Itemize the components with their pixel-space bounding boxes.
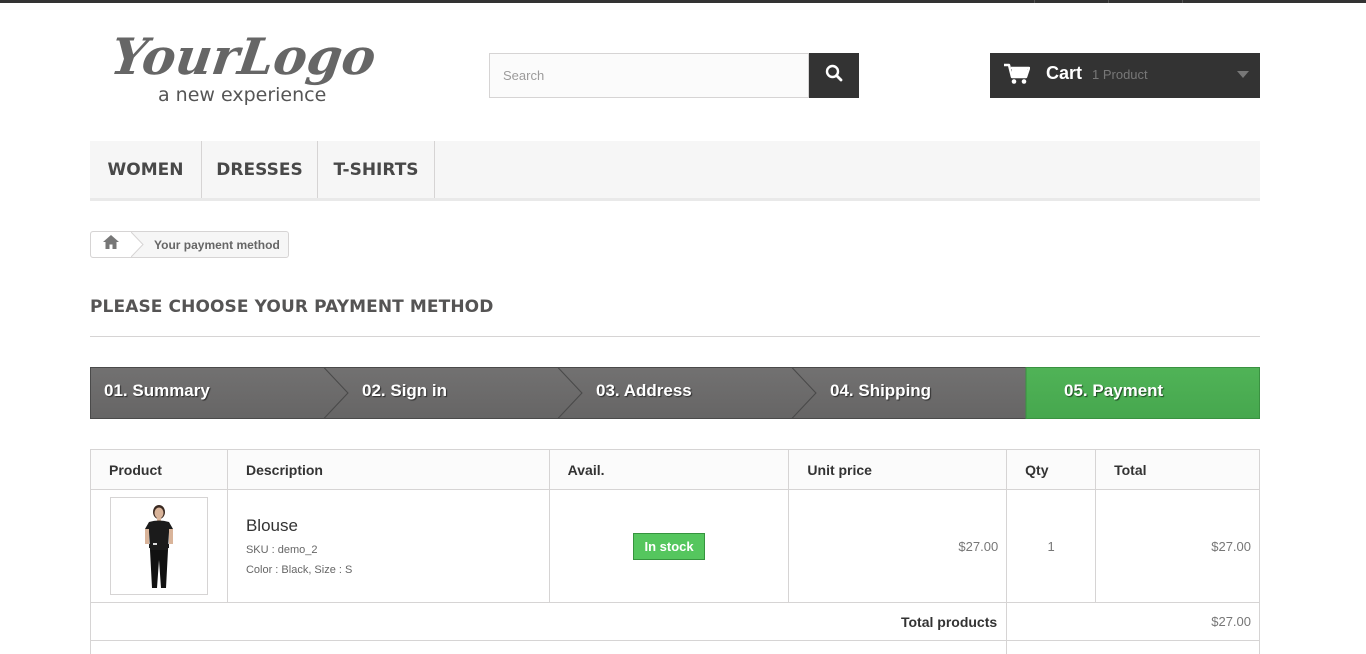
availability-cell: In stock [548,489,790,603]
col-header-product: Product [90,449,228,490]
home-icon [103,235,119,254]
breadcrumb-current: Your payment method [154,238,280,252]
unit-price: $27.00 [788,489,1008,603]
total-products-row: Total products $27.00 [89,602,1260,641]
menu-item-t-shirts[interactable]: T-SHIRTS [318,141,435,198]
col-header-total: Total [1095,449,1260,490]
top-border-divider [1182,0,1183,3]
page-title: PLEASE CHOOSE YOUR PAYMENT METHOD [90,297,494,317]
table-cell [1006,640,1260,654]
col-header-availability: Avail. [548,449,790,490]
search-button[interactable] [809,53,859,98]
product-description-cell: Blouse SKU : demo_2 Color : Black, Size … [226,489,550,603]
product-sku: SKU : demo_2 [245,544,318,556]
in-stock-badge: In stock [633,532,705,560]
step-address[interactable]: 03. Address [596,381,692,401]
table-header-row: Product Description Avail. Unit price Qt… [90,449,1260,490]
store-logo[interactable]: YourLogo a new experience [107,24,402,110]
step-payment: 05. Payment [1064,381,1164,400]
quantity: 1 [1006,489,1097,603]
top-border-divider [1108,0,1109,3]
product-image-cell [90,489,228,603]
menu-item-women[interactable]: WOMEN [90,141,202,198]
step-sign-in[interactable]: 02. Sign in [362,381,447,401]
col-header-unit-price: Unit price [788,449,1008,490]
search-input[interactable] [489,53,809,98]
table-cell [89,640,1008,654]
title-divider [90,336,1260,337]
table-row [89,640,1260,654]
total-products-value: $27.00 [1006,602,1260,641]
step-summary[interactable]: 01. Summary [104,381,210,401]
breadcrumb-separator [131,232,144,257]
search-bar [489,53,859,98]
line-total: $27.00 [1095,489,1260,603]
logo-tagline: a new experience [158,84,326,106]
cart-block[interactable]: Cart 1 Product [990,53,1260,98]
col-header-description: Description [226,449,550,490]
product-image[interactable] [110,497,208,595]
shopping-cart-icon [1004,63,1031,90]
col-header-qty: Qty [1006,449,1097,490]
cart-summary-table: Product Description Avail. Unit price Qt… [89,449,1260,654]
top-border-divider [1034,0,1035,3]
cart-quantity: 1 Product [1092,67,1148,82]
product-attributes[interactable]: Color : Black, Size : S [246,564,549,576]
menu-item-dresses[interactable]: DRESSES [202,141,318,198]
checkout-steps: 01. Summary 02. Sign in 03. Address 04. … [90,367,1260,419]
chevron-down-icon[interactable] [1237,71,1249,78]
table-row: Blouse SKU : demo_2 Color : Black, Size … [90,489,1260,603]
product-name[interactable]: Blouse [246,516,549,536]
breadcrumb: Your payment method [90,231,289,258]
logo-main-text: YourLogo [112,27,380,86]
total-products-label: Total products [89,602,1008,641]
main-menu: WOMEN DRESSES T-SHIRTS [90,141,1260,201]
cart-label: Cart [1046,63,1083,83]
step-shipping[interactable]: 04. Shipping [830,381,931,401]
search-icon [825,64,843,87]
top-border [0,0,1366,3]
breadcrumb-home[interactable] [91,232,131,257]
